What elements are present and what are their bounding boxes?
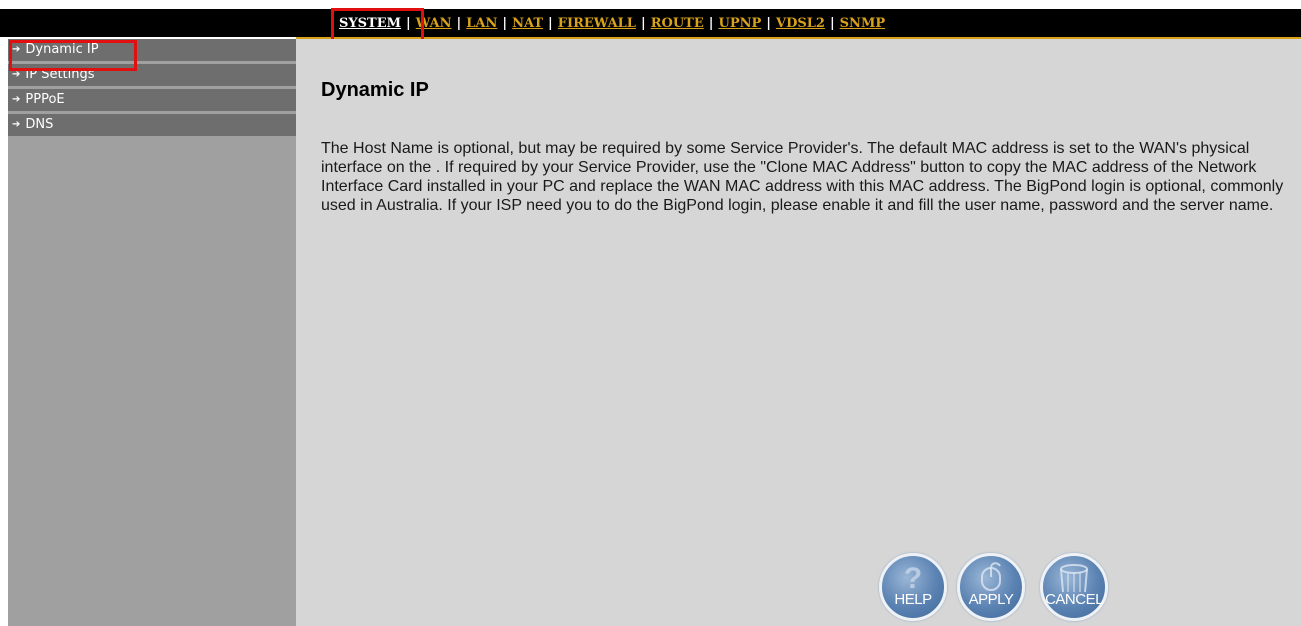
right-arrow-icon: ➔ (12, 119, 21, 130)
nav-route[interactable]: ROUTE (651, 16, 704, 31)
page-description: The Host Name is optional, but may be re… (321, 140, 1284, 214)
sidebar-item-dns[interactable]: ➔ DNS (8, 114, 296, 136)
nav-nat[interactable]: NAT (512, 16, 543, 31)
question-mark-icon: ? (904, 562, 922, 594)
help-button-label: HELP (894, 591, 932, 608)
help-button[interactable]: ? HELP (879, 553, 947, 621)
apply-button-label: APPLY (968, 591, 1014, 608)
sidebar-item-label: PPPoE (25, 92, 65, 107)
content-panel: Dynamic IP The Host Name is optional, bu… (296, 39, 1301, 626)
sidebar-item-pppoe[interactable]: ➔ PPPoE (8, 89, 296, 111)
nav-separator: | (502, 15, 508, 31)
nav-lan[interactable]: LAN (466, 16, 497, 31)
page-title: Dynamic IP (321, 79, 429, 101)
nav-upnp[interactable]: UPNP (718, 16, 761, 31)
right-arrow-icon: ➔ (12, 94, 21, 105)
svg-text:?: ? (904, 562, 922, 594)
sidebar-dynamic-ip-highlight-box (9, 40, 137, 71)
apply-button[interactable]: APPLY (957, 553, 1025, 621)
cancel-button-label: CANCEL (1045, 591, 1103, 608)
nav-separator: | (829, 15, 835, 31)
nav-snmp[interactable]: SNMP (840, 16, 885, 31)
cancel-button[interactable]: CANCEL (1040, 553, 1108, 621)
nav-firewall[interactable]: FIREWALL (558, 16, 636, 31)
sidebar-item-label: DNS (25, 117, 54, 132)
nav-separator: | (640, 15, 646, 31)
nav-separator: | (548, 15, 553, 31)
mouse-icon (981, 562, 1001, 591)
nav-vdsl2[interactable]: VDSL2 (776, 16, 825, 31)
nav-separator: | (708, 15, 714, 31)
nav-separator: | (456, 15, 462, 31)
nav-separator: | (766, 15, 771, 31)
sidebar: ➔ Dynamic IP ➔ IP Settings ➔ PPPoE ➔ DNS (8, 39, 296, 626)
trash-can-icon (1060, 564, 1088, 593)
